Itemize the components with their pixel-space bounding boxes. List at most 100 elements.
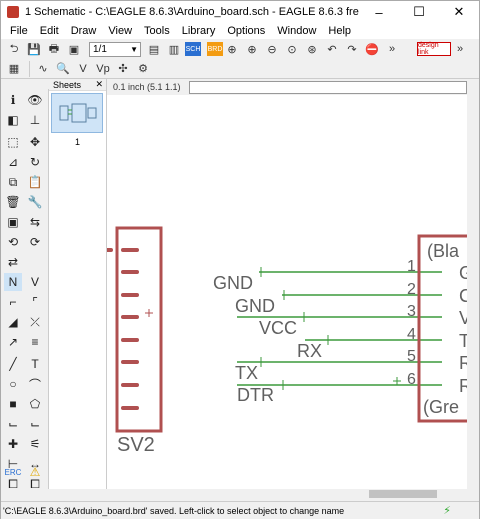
- pin-number-3: 3: [407, 303, 416, 320]
- copy-icon[interactable]: ⧉: [4, 173, 22, 191]
- redo-icon[interactable]: ↷: [343, 41, 361, 57]
- command-bar: 0.1 inch (5.1 1.1): [107, 79, 479, 95]
- net-label-dtr: DTR: [237, 385, 274, 405]
- zoom-redraw-icon[interactable]: ⊙: [283, 41, 301, 57]
- search-part-icon[interactable]: 🔍: [54, 61, 72, 77]
- pin-swap-icon[interactable]: ✣: [114, 61, 132, 77]
- sheets-header: Sheets ✕: [49, 79, 106, 91]
- attribute-icon[interactable]: ⚟: [26, 435, 44, 453]
- gate-swap-icon[interactable]: ⟲: [4, 233, 22, 251]
- sheet-select[interactable]: 1/1 ▼: [89, 41, 141, 57]
- net-icon[interactable]: ↗: [4, 333, 22, 351]
- cam-icon[interactable]: ▣: [65, 41, 83, 57]
- rectangle-icon[interactable]: ■: [4, 395, 22, 413]
- run-script-icon[interactable]: ▤: [145, 41, 163, 57]
- zoom-fit-icon[interactable]: ⊕: [223, 41, 241, 57]
- delete-icon[interactable]: 🗑: [4, 193, 22, 211]
- maximize-button[interactable]: ☐: [399, 1, 439, 23]
- smash-icon[interactable]: ⌐: [4, 293, 22, 311]
- menu-window[interactable]: Window: [271, 25, 322, 37]
- print-icon[interactable]: 🖶: [45, 41, 63, 57]
- zoom-out-icon[interactable]: ⊖: [263, 41, 281, 57]
- pin-number-2: 2: [407, 281, 416, 298]
- menu-bar: File Edit Draw View Tools Library Option…: [1, 23, 479, 39]
- bus-icon[interactable]: ≡: [26, 333, 44, 351]
- command-input[interactable]: [189, 80, 467, 94]
- menu-library[interactable]: Library: [176, 25, 222, 37]
- wire-style-icon[interactable]: ∿: [34, 61, 52, 77]
- invoke-icon[interactable]: ⟳: [26, 233, 44, 251]
- grid-icon[interactable]: ▦: [5, 61, 23, 77]
- run-ulp-icon[interactable]: ▥: [165, 41, 183, 57]
- schematic-switch-icon[interactable]: SCH: [185, 42, 201, 56]
- pin-name-2: C: [459, 286, 467, 306]
- vp-icon[interactable]: Vp: [94, 61, 112, 77]
- sheet-thumbnail[interactable]: [51, 93, 103, 133]
- mark-icon[interactable]: ⊥: [26, 111, 44, 129]
- gear-icon[interactable]: ⚙: [134, 61, 152, 77]
- save-icon[interactable]: 💾: [25, 41, 43, 57]
- schematic-canvas[interactable]: SV2 GND GND VCC RX TX DTR 1 2 3 4 5 6 G …: [107, 95, 467, 489]
- net-label-gnd-1: GND: [213, 273, 253, 293]
- overflow-chevron-icon-2[interactable]: »: [451, 41, 469, 57]
- stop-icon[interactable]: ⛔: [363, 41, 381, 57]
- pin-name-3: V: [459, 308, 467, 328]
- undo-icon[interactable]: ↶: [323, 41, 341, 57]
- status-text: 'C:\EAGLE 8.6.3\Arduino_board.brd' saved…: [3, 505, 345, 516]
- net-label-tx: TX: [235, 363, 258, 383]
- warning-icon[interactable]: ⚠: [26, 463, 44, 481]
- sv2-pins: [107, 248, 139, 410]
- horizontal-scrollbar[interactable]: [107, 489, 467, 499]
- zoom-in-icon[interactable]: ⊕: [243, 41, 261, 57]
- title-bar: 1 Schematic - C:\EAGLE 8.6.3\Arduino_boa…: [1, 1, 479, 23]
- open-icon[interactable]: ⮌: [5, 41, 23, 57]
- horizontal-scroll-thumb[interactable]: [369, 490, 437, 498]
- info-icon[interactable]: ℹ: [4, 91, 22, 109]
- menu-file[interactable]: File: [4, 25, 34, 37]
- rotate-icon[interactable]: ↻: [26, 153, 44, 171]
- layers-icon[interactable]: ◧: [4, 111, 22, 129]
- split-icon[interactable]: ◢: [4, 313, 22, 331]
- zoom-select-icon[interactable]: ⊛: [303, 41, 321, 57]
- menu-view[interactable]: View: [102, 25, 138, 37]
- paste-icon[interactable]: 📋: [26, 173, 44, 191]
- circle-icon[interactable]: ○: [4, 375, 22, 393]
- move-icon[interactable]: ✥: [26, 133, 44, 151]
- label-icon[interactable]: ⌙: [4, 415, 22, 433]
- close-button[interactable]: ✕: [439, 1, 479, 23]
- mirror-icon[interactable]: ⊿: [4, 153, 22, 171]
- text-icon[interactable]: T: [26, 355, 44, 373]
- design-link-button[interactable]: design link: [417, 42, 451, 56]
- erc-icon[interactable]: ERC: [4, 463, 22, 481]
- menu-tools[interactable]: Tools: [138, 25, 176, 37]
- optimize-icon[interactable]: ⤫: [26, 313, 44, 331]
- pinswap-icon[interactable]: ⇄: [4, 253, 22, 271]
- net-label-rx: RX: [297, 341, 322, 361]
- junction-icon[interactable]: ✚: [4, 435, 22, 453]
- pin-name-4: T: [459, 331, 467, 351]
- vertical-scrollbar[interactable]: [467, 95, 479, 489]
- board-switch-icon[interactable]: BRD: [207, 42, 223, 56]
- minimize-button[interactable]: –: [359, 1, 399, 23]
- value-icon[interactable]: V: [74, 61, 92, 77]
- name-icon[interactable]: N: [4, 273, 22, 291]
- polygon-icon[interactable]: ⬠: [26, 395, 44, 413]
- menu-options[interactable]: Options: [221, 25, 271, 37]
- select-icon[interactable]: ⬚: [4, 133, 22, 151]
- sheets-close-icon[interactable]: ✕: [95, 79, 103, 90]
- arc-icon[interactable]: ⌒: [26, 375, 44, 393]
- replace-icon[interactable]: ⇆: [26, 213, 44, 231]
- overflow-chevron-icon[interactable]: »: [383, 41, 401, 57]
- xref-icon[interactable]: ⌙: [26, 415, 44, 433]
- add-part-icon[interactable]: ▣: [4, 213, 22, 231]
- menu-edit[interactable]: Edit: [34, 25, 65, 37]
- go-icon[interactable]: ⚡: [443, 504, 451, 517]
- wrench-icon[interactable]: 🔧: [26, 193, 44, 211]
- line-icon[interactable]: ╱: [4, 355, 22, 373]
- menu-draw[interactable]: Draw: [65, 25, 103, 37]
- value-tool-icon[interactable]: V: [26, 273, 44, 291]
- connector-label-bottom: (Gre: [423, 397, 459, 417]
- miter-icon[interactable]: ⌜: [26, 293, 44, 311]
- show-icon[interactable]: 👁: [26, 91, 44, 109]
- menu-help[interactable]: Help: [322, 25, 357, 37]
